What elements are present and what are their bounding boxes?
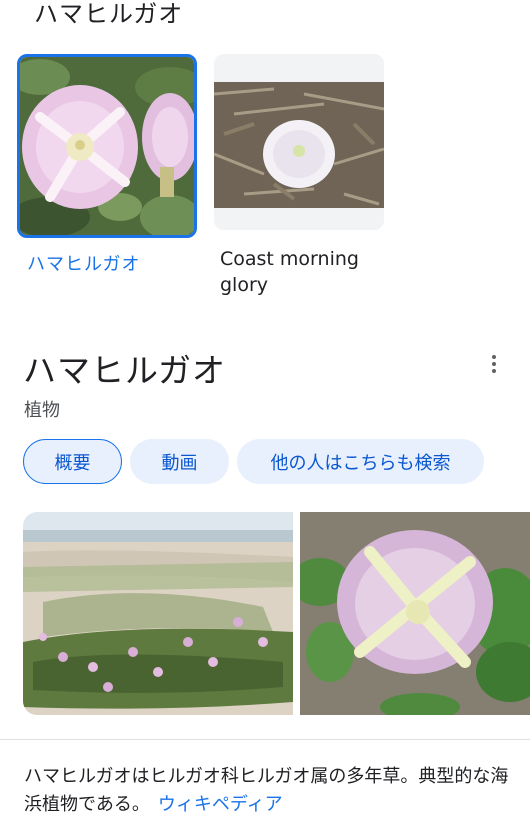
- image-card-coast-morning-glory[interactable]: Coast morning glory: [214, 54, 384, 298]
- photo-flower-closeup[interactable]: [300, 512, 530, 715]
- tab-videos[interactable]: 動画: [130, 439, 229, 484]
- tab-people-also-search[interactable]: 他の人はこちらも検索: [237, 439, 484, 484]
- knowledge-panel-title: ハマヒルガオ: [23, 351, 227, 390]
- divider: [0, 739, 530, 740]
- image-thumbnail-flower-on-sand[interactable]: [214, 54, 384, 230]
- top-partial-title: ハマヒルガオ: [34, 0, 184, 28]
- image-card-label[interactable]: Coast morning glory: [220, 246, 380, 298]
- tab-overview[interactable]: 概要: [23, 439, 122, 484]
- description: ハマヒルガオはヒルガオ科ヒルガオ属の多年草。典型的な海浜植物である。 ウィキペディ…: [24, 763, 514, 819]
- image-card-hamahirugao[interactable]: ハマヒルガオ: [17, 54, 197, 276]
- image-thumbnail-flower-closeup[interactable]: [17, 54, 197, 238]
- more-vert-icon[interactable]: [482, 352, 506, 376]
- photo-strip: [23, 512, 530, 715]
- image-card-label[interactable]: ハマヒルガオ: [27, 250, 197, 276]
- photo-beach-plants[interactable]: [23, 512, 293, 715]
- knowledge-panel-subtitle: 植物: [24, 400, 60, 421]
- wikipedia-link[interactable]: ウィキペディア: [158, 794, 283, 815]
